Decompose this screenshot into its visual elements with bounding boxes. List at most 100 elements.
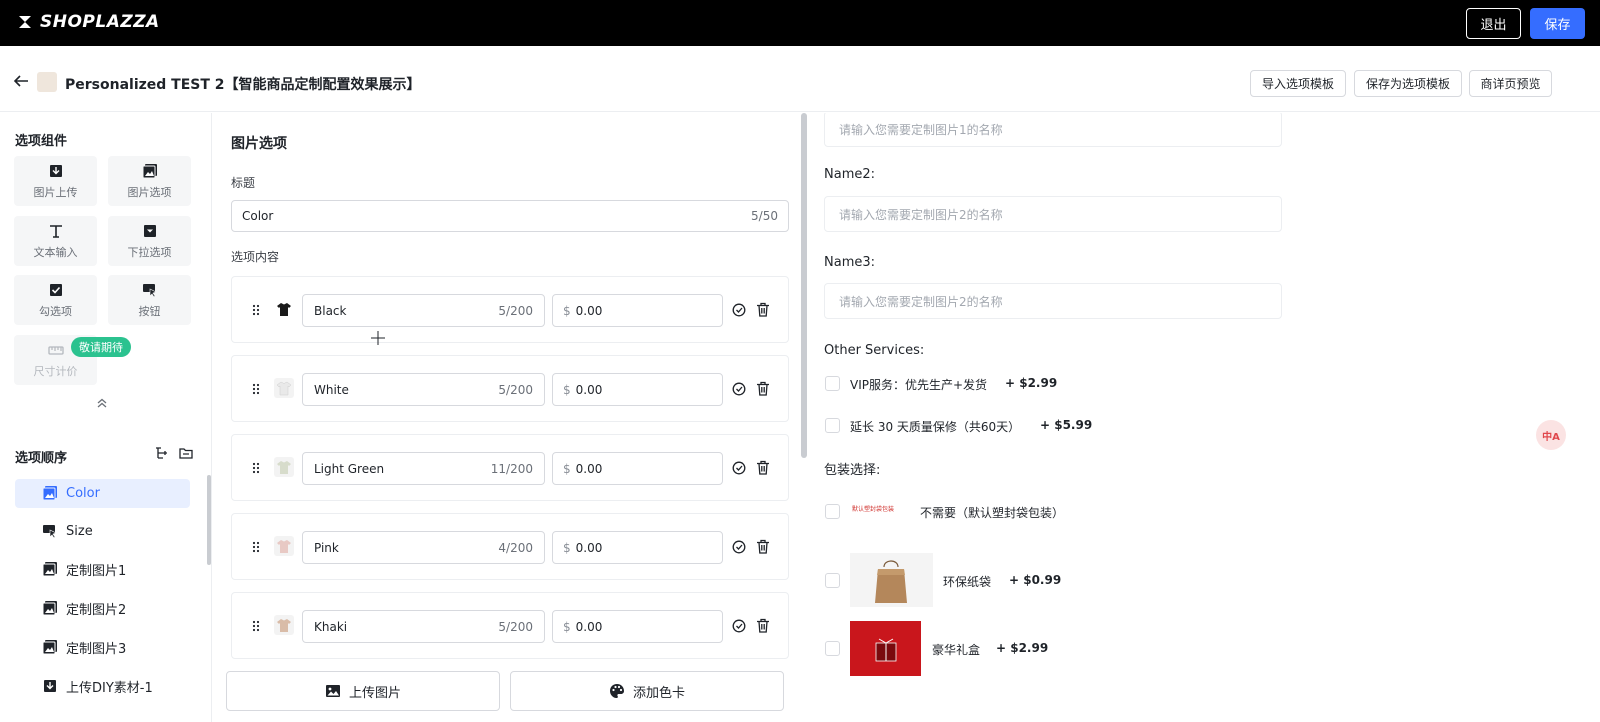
add-color-card-button[interactable]: 添加色卡 [510, 671, 784, 711]
translate-icon[interactable]: 中A [1536, 420, 1566, 450]
chevron-double-up-icon[interactable] [96, 397, 108, 409]
option-price-input[interactable]: $0.00 [552, 452, 723, 485]
service-text-vip: VIP服务：优先生产+发货 [850, 378, 988, 392]
option-name-input[interactable]: White 5/200 [302, 373, 545, 406]
char-count: 5/200 [498, 382, 533, 397]
component-label: 按钮 [138, 304, 161, 318]
option-price-input[interactable]: $0.00 [552, 294, 723, 327]
component-checkbox[interactable]: 勾选项 [14, 275, 97, 325]
check-circle-icon[interactable] [732, 619, 746, 633]
title-input[interactable]: Color 5/50 [231, 200, 789, 232]
service-checkbox-warranty[interactable] [825, 418, 840, 433]
name2-input[interactable]: 请输入您需要定制图片2的名称 [824, 196, 1282, 232]
product-thumbnail [37, 72, 57, 92]
tshirt-swatch[interactable] [274, 299, 294, 319]
trash-icon[interactable] [756, 460, 770, 475]
tshirt-swatch[interactable] [274, 615, 294, 635]
left-scrollbar[interactable] [207, 475, 211, 565]
option-price-input[interactable]: $0.00 [552, 373, 723, 406]
char-count: 5/200 [498, 303, 533, 318]
exit-button[interactable]: 退出 [1466, 8, 1521, 39]
option-name: White [314, 382, 349, 397]
component-image-upload[interactable]: 图片上传 [14, 156, 97, 206]
paper-bag-image [850, 553, 933, 607]
folder-icon[interactable] [179, 446, 193, 460]
checkbox-icon [49, 283, 62, 296]
middle-scrollbar[interactable] [801, 113, 807, 458]
preview-panel: 请输入您需要定制图片1的名称 Name2: 请输入您需要定制图片2的名称 Nam… [808, 113, 1600, 722]
tree-icon[interactable] [155, 446, 169, 460]
component-label: 下拉选项 [127, 245, 172, 259]
packaging-text-none: 不需要（默认塑封袋包装） [920, 506, 1065, 520]
drag-handle-icon[interactable] [252, 620, 260, 632]
logo-text: SHOPLAZZA [40, 12, 160, 32]
price-value: 0.00 [575, 540, 603, 555]
order-item-custom-image-3[interactable]: 定制图片3 [15, 633, 190, 662]
paper-bag-icon [875, 560, 907, 603]
price-value: 0.00 [575, 303, 603, 318]
name1-input[interactable]: 请输入您需要定制图片1的名称 [824, 113, 1282, 147]
option-name-input[interactable]: Light Green 11/200 [302, 452, 545, 485]
upload-image-button[interactable]: 上传图片 [226, 671, 500, 711]
section-title: 图片选项 [231, 136, 287, 152]
service-checkbox-vip[interactable] [825, 376, 840, 391]
option-price-input[interactable]: $0.00 [552, 610, 723, 643]
option-price-input[interactable]: $0.00 [552, 531, 723, 564]
packaging-checkbox-paper-bag[interactable] [825, 573, 840, 588]
option-name-input[interactable]: Khaki 5/200 [302, 610, 545, 643]
option-name-input[interactable]: Black 5/200 [302, 294, 545, 327]
drag-handle-icon[interactable] [252, 541, 260, 553]
packaging-checkbox-none[interactable] [825, 504, 840, 519]
packaging-label: 包装选择: [824, 463, 881, 478]
option-name-input[interactable]: Pink 4/200 [302, 531, 545, 564]
name3-input[interactable]: 请输入您需要定制图片2的名称 [824, 283, 1282, 319]
title-label: 标题 [231, 176, 256, 190]
tshirt-icon [277, 461, 291, 474]
component-text-input[interactable]: 文本输入 [14, 216, 97, 266]
import-template-button[interactable]: 导入选项模板 [1250, 70, 1346, 97]
component-image-option[interactable]: 图片选项 [108, 156, 191, 206]
component-button[interactable]: 按钮 [108, 275, 191, 325]
component-dropdown[interactable]: 下拉选项 [108, 216, 191, 266]
check-circle-icon[interactable] [732, 303, 746, 317]
order-item-size[interactable]: Size [15, 517, 190, 546]
order-item-upload-diy[interactable]: 上传DIY素材-1 [15, 672, 190, 701]
name2-label: Name2: [824, 167, 876, 182]
tshirt-swatch[interactable] [274, 378, 294, 398]
option-editor-panel: 图片选项 标题 Color 5/50 选项内容 Black 5/200 $0.00… [213, 113, 808, 722]
check-circle-icon[interactable] [732, 461, 746, 475]
check-circle-icon[interactable] [732, 540, 746, 554]
back-arrow-icon[interactable] [13, 74, 29, 88]
content-label: 选项内容 [231, 250, 280, 264]
drag-handle-icon[interactable] [252, 462, 260, 474]
trash-icon[interactable] [756, 302, 770, 317]
page-title: Personalized TEST 2【智能商品定制配置效果展示】 [65, 77, 421, 93]
order-item-label: Color [66, 486, 100, 501]
name3-label: Name3: [824, 255, 876, 270]
order-item-custom-image-2[interactable]: 定制图片2 [15, 594, 190, 623]
packaging-checkbox-gift-box[interactable] [825, 641, 840, 656]
gift-box-icon [875, 638, 897, 662]
trash-icon[interactable] [756, 539, 770, 554]
save-as-template-button[interactable]: 保存为选项模板 [1354, 70, 1462, 97]
check-circle-icon[interactable] [732, 382, 746, 396]
gift-box-image [850, 621, 921, 676]
component-label: 图片上传 [33, 185, 78, 199]
image-icon [42, 640, 57, 655]
option-row-khaki: Khaki 5/200 $0.00 [231, 592, 789, 659]
trash-icon[interactable] [756, 381, 770, 396]
trash-icon[interactable] [756, 618, 770, 633]
option-row-black: Black 5/200 $0.00 [231, 276, 789, 343]
tshirt-swatch[interactable] [274, 536, 294, 556]
image-icon [42, 562, 57, 577]
button-cursor-icon [142, 283, 157, 297]
order-item-color[interactable]: Color [15, 479, 190, 508]
preview-button[interactable]: 商详页预览 [1469, 70, 1552, 97]
tshirt-swatch[interactable] [274, 457, 294, 477]
service-price-warranty: + $5.99 [1040, 418, 1093, 432]
download-icon [44, 680, 56, 692]
drag-handle-icon[interactable] [252, 304, 260, 316]
drag-handle-icon[interactable] [252, 383, 260, 395]
save-button[interactable]: 保存 [1530, 8, 1585, 39]
order-item-custom-image-1[interactable]: 定制图片1 [15, 555, 190, 584]
